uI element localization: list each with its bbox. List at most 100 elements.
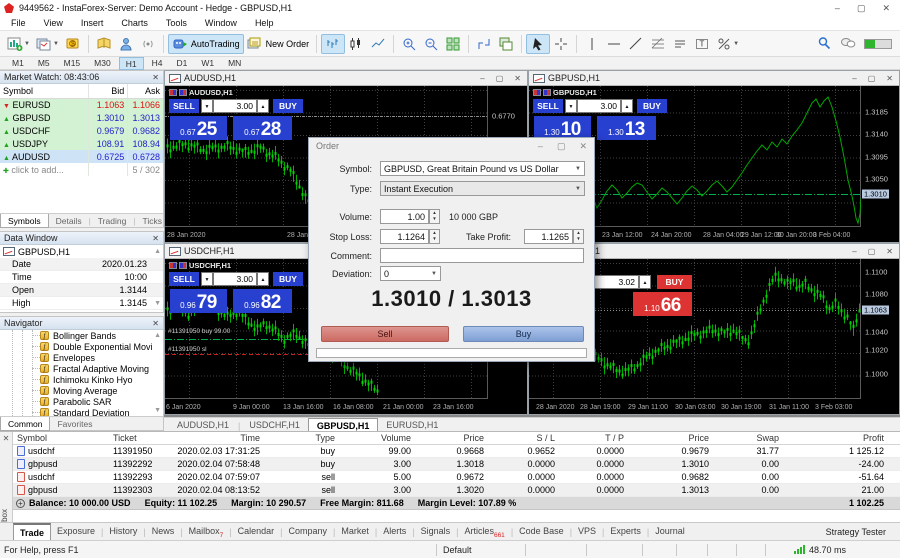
- volume-spinner[interactable]: ▲▼: [429, 209, 440, 224]
- tf-mn[interactable]: MN: [222, 57, 247, 69]
- zoom-out-button[interactable]: [420, 34, 442, 54]
- tab-signals[interactable]: Signals: [415, 523, 457, 540]
- signals-broadcast-button[interactable]: [137, 34, 159, 54]
- close-icon[interactable]: ✕: [886, 247, 893, 256]
- tab-trade[interactable]: Trade: [13, 523, 51, 540]
- chart-tab-eurusd[interactable]: EURUSD,H1: [378, 418, 446, 431]
- chart-tab-gbpusd[interactable]: GBPUSD,H1: [308, 418, 379, 431]
- buy-price[interactable]: 1.3013: [597, 116, 656, 140]
- buy-price[interactable]: 0.6728: [233, 116, 292, 140]
- menu-file[interactable]: File: [2, 18, 35, 28]
- tab-alerts[interactable]: Alerts: [377, 523, 412, 540]
- buy-button[interactable]: Buy: [463, 326, 584, 342]
- tab-vps[interactable]: VPS: [572, 523, 602, 540]
- indicator-standard-deviation[interactable]: fStandard Deviation: [0, 407, 163, 416]
- auto-arrange-button[interactable]: [473, 34, 495, 54]
- tab-company[interactable]: Company: [282, 523, 333, 540]
- volume-input[interactable]: 1.00: [380, 209, 429, 224]
- menu-tools[interactable]: Tools: [157, 18, 196, 28]
- tf-w1[interactable]: W1: [195, 57, 220, 69]
- takeprofit-spinner[interactable]: ▲▼: [573, 229, 584, 244]
- sell-button[interactable]: SELL: [169, 99, 199, 113]
- volume-input[interactable]: 3.00: [213, 99, 257, 113]
- minimize-icon[interactable]: –: [480, 74, 484, 83]
- tab-mailbox[interactable]: Mailbox7: [183, 523, 230, 540]
- buy-button[interactable]: BUY: [657, 275, 692, 289]
- profile-indicator[interactable]: Default: [437, 545, 525, 555]
- tab-experts[interactable]: Experts: [604, 523, 647, 540]
- volume-input[interactable]: 3.00: [577, 99, 621, 113]
- buy-button[interactable]: BUY: [273, 272, 303, 286]
- cursor-button[interactable]: [526, 34, 550, 54]
- trade-row[interactable]: gbpusd 11392292 2020.02.04 07:58:48 buy …: [13, 458, 900, 471]
- menu-help[interactable]: Help: [246, 18, 283, 28]
- buy-button[interactable]: BUY: [273, 99, 303, 113]
- sell-button[interactable]: SELL: [533, 99, 563, 113]
- close-icon[interactable]: ✕: [152, 73, 159, 82]
- minimize-icon[interactable]: –: [852, 247, 856, 256]
- chart-window-titlebar[interactable]: AUDUSD,H1 –▢✕: [165, 71, 527, 86]
- tab-news[interactable]: News: [146, 523, 181, 540]
- data-window-button[interactable]: [115, 34, 137, 54]
- chat-icon[interactable]: [840, 35, 856, 53]
- close-icon[interactable]: ✕: [579, 141, 587, 152]
- tf-m1[interactable]: M1: [6, 57, 30, 69]
- chart-tab-usdchf[interactable]: USDCHF,H1: [241, 418, 308, 431]
- tab-journal[interactable]: Journal: [649, 523, 691, 540]
- close-icon[interactable]: ✕: [514, 74, 521, 83]
- symbol-row-usdjpy[interactable]: ▲ USDJPY 108.91 108.94: [0, 137, 163, 150]
- tab-market[interactable]: Market: [335, 523, 375, 540]
- profiles-button[interactable]: ▼: [33, 34, 62, 54]
- trade-row[interactable]: usdchf 11392293 2020.02.04 07:59:07 sell…: [13, 471, 900, 484]
- chart-tab-audusd[interactable]: AUDUSD,H1: [169, 418, 237, 431]
- maximize-icon[interactable]: ▢: [857, 3, 866, 14]
- volume-down-button[interactable]: ▼: [201, 272, 213, 286]
- tf-h4[interactable]: H4: [146, 57, 169, 69]
- minimize-icon[interactable]: –: [852, 74, 856, 83]
- close-icon[interactable]: ✕: [886, 74, 893, 83]
- dialog-titlebar[interactable]: Order –▢✕: [309, 138, 594, 154]
- search-icon[interactable]: [816, 35, 832, 53]
- volume-down-button[interactable]: ▼: [565, 99, 577, 113]
- buy-price[interactable]: 0.9682: [233, 289, 292, 313]
- menu-insert[interactable]: Insert: [72, 18, 113, 28]
- strategy-tester-label[interactable]: Strategy Tester: [826, 527, 886, 537]
- volume-up-button[interactable]: ▲: [639, 275, 651, 289]
- maximize-icon[interactable]: ▢: [868, 247, 876, 256]
- tab-common[interactable]: Common: [0, 417, 50, 431]
- new-chart-button[interactable]: ▼: [4, 34, 33, 54]
- line-chart-button[interactable]: [367, 34, 389, 54]
- volume-up-button[interactable]: ▲: [257, 272, 269, 286]
- expand-icon[interactable]: +: [16, 499, 25, 508]
- tab-favorites[interactable]: Favorites: [50, 417, 99, 431]
- sell-price[interactable]: 0.9679: [170, 289, 227, 313]
- menu-window[interactable]: Window: [196, 18, 246, 28]
- menu-charts[interactable]: Charts: [112, 18, 157, 28]
- symbol-row-eurusd[interactable]: ▼ EURUSD 1.1063 1.1066: [0, 98, 163, 111]
- stoploss-input[interactable]: 1.1264: [380, 229, 429, 244]
- tab-code-base[interactable]: Code Base: [513, 523, 570, 540]
- indicator-envelopes[interactable]: fEnvelopes: [0, 352, 163, 363]
- new-order-button[interactable]: New Order: [244, 34, 313, 54]
- candles-chart-button[interactable]: [345, 34, 367, 54]
- stoploss-spinner[interactable]: ▲▼: [429, 229, 440, 244]
- volume-up-button[interactable]: ▲: [621, 99, 633, 113]
- shapes-button[interactable]: ▼: [713, 34, 742, 54]
- tab-calendar[interactable]: Calendar: [232, 523, 281, 540]
- click-to-add-row[interactable]: ✚ click to add... 5 / 302: [0, 163, 163, 176]
- sell-button[interactable]: Sell: [321, 326, 449, 342]
- volume-down-button[interactable]: ▼: [201, 99, 213, 113]
- volume-input[interactable]: 3.00: [213, 272, 257, 286]
- close-icon[interactable]: ✕: [152, 234, 159, 243]
- channels-button[interactable]: [669, 34, 691, 54]
- autotrading-button[interactable]: AutoTrading: [168, 34, 244, 54]
- chart-window-titlebar[interactable]: GBPUSD,H1 –▢✕: [529, 71, 899, 86]
- takeprofit-input[interactable]: 1.1265: [524, 229, 573, 244]
- tab-articles[interactable]: Articles661: [458, 523, 510, 540]
- cascade-windows-button[interactable]: [495, 34, 517, 54]
- symbol-row-audusd[interactable]: ▲ AUDUSD 0.6725 0.6728: [0, 150, 163, 163]
- crosshair-button[interactable]: [550, 34, 572, 54]
- tf-d1[interactable]: D1: [170, 57, 193, 69]
- buy-button[interactable]: BUY: [637, 99, 667, 113]
- maximize-icon[interactable]: ▢: [557, 141, 566, 152]
